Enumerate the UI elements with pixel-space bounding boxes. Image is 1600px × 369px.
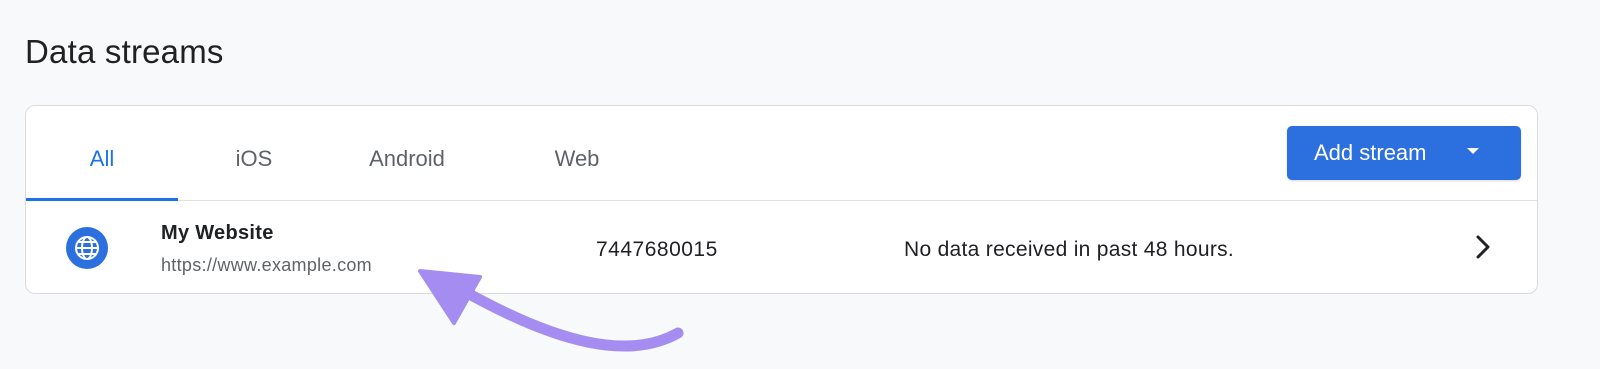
tab-all[interactable]: All: [26, 106, 178, 201]
caret-down-icon: [1467, 148, 1479, 154]
tab-android-label: Android: [369, 146, 445, 171]
stream-row[interactable]: My Website https://www.example.com 74476…: [26, 200, 1537, 293]
tab-all-label: All: [89, 146, 115, 171]
tab-web-label: Web: [554, 146, 600, 171]
stream-tabs: All iOS Android Web Add stream: [26, 106, 1537, 201]
tab-ios-label: iOS: [235, 146, 273, 171]
tab-web[interactable]: Web: [501, 106, 653, 200]
stream-url: https://www.example.com: [161, 255, 372, 275]
add-stream-button[interactable]: Add stream: [1287, 126, 1521, 180]
stream-status: No data received in past 48 hours.: [904, 238, 1235, 261]
data-streams-card: All iOS Android Web Add stream My Websit…: [25, 105, 1538, 294]
page-title: Data streams: [25, 33, 224, 70]
stream-id: 7447680015: [596, 238, 718, 261]
chevron-right-icon[interactable]: [1471, 234, 1495, 260]
tab-android[interactable]: Android: [331, 106, 483, 200]
tab-ios[interactable]: iOS: [178, 106, 330, 200]
stream-name: My Website: [161, 222, 274, 244]
globe-icon: [66, 227, 108, 269]
add-stream-label: Add stream: [1314, 140, 1427, 165]
